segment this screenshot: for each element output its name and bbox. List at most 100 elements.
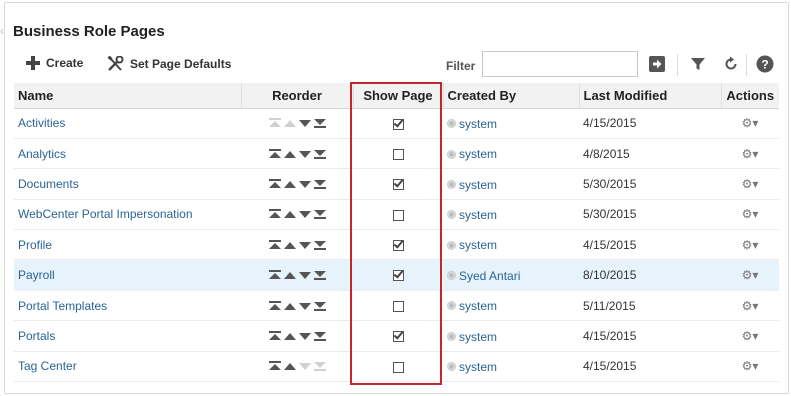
move-down-icon[interactable] (298, 149, 311, 159)
gear-icon[interactable]: ⚙▾ (742, 359, 759, 373)
created-by-link[interactable]: Syed Antari (459, 269, 520, 283)
page-name-link[interactable]: Documents (18, 177, 79, 191)
page-name-link[interactable]: Payroll (18, 268, 55, 282)
move-to-bottom-icon[interactable] (313, 149, 326, 159)
move-to-bottom-icon[interactable] (313, 270, 326, 281)
created-by-link[interactable]: system (459, 238, 497, 252)
show-page-checkbox[interactable] (392, 240, 404, 252)
show-page-checkbox[interactable] (392, 331, 404, 343)
page-name-link[interactable]: Portals (18, 329, 55, 343)
page-name-link[interactable]: Analytics (18, 147, 66, 161)
table-header-row: Name Reorder Show Page Created By Last M… (14, 83, 779, 109)
gear-icon[interactable]: ⚙▾ (742, 299, 759, 313)
move-down-icon[interactable] (298, 179, 311, 189)
move-up-icon[interactable] (283, 179, 296, 189)
move-up-icon[interactable] (283, 240, 296, 250)
move-to-bottom-icon[interactable] (313, 240, 326, 250)
created-by-link[interactable]: system (459, 208, 497, 222)
last-modified-date: 5/30/2015 (583, 207, 637, 222)
move-up-icon[interactable] (283, 331, 296, 341)
table-row[interactable]: WebCenter Portal Impersonation system 5/30… (14, 199, 779, 231)
created-by-link[interactable]: system (459, 299, 497, 313)
table-row[interactable]: Documents system 5/30/2015 ⚙▾ (14, 168, 779, 200)
table-row[interactable]: Analytics system 4/8/2015 ⚙▾ (14, 138, 779, 170)
table-row[interactable]: Portal Templates system 5/11/2015 ⚙▾ (14, 290, 779, 322)
move-to-top-icon[interactable] (268, 209, 281, 219)
move-down-icon[interactable] (298, 270, 311, 280)
move-down-icon[interactable] (298, 331, 311, 341)
page-name-link[interactable]: WebCenter Portal Impersonation (18, 207, 193, 221)
gear-icon[interactable]: ⚙▾ (742, 207, 759, 221)
table-row[interactable]: Activities system 4/15/2015 ⚙▾ (14, 108, 779, 139)
gear-icon[interactable]: ⚙▾ (742, 147, 759, 161)
user-status-icon (447, 271, 456, 281)
column-header-show-page[interactable]: Show Page (353, 83, 444, 109)
move-up-icon[interactable] (283, 209, 296, 219)
move-to-top-icon[interactable] (268, 148, 281, 159)
help-button[interactable]: ? (755, 54, 775, 74)
page-name-link[interactable]: Profile (18, 238, 52, 252)
table-row[interactable]: Profile system 4/15/2015 ⚙▾ (14, 229, 779, 261)
move-to-bottom-icon[interactable] (313, 118, 326, 129)
show-page-checkbox[interactable] (392, 118, 404, 130)
move-up-icon[interactable] (283, 361, 296, 371)
created-by-link[interactable]: system (459, 329, 497, 343)
show-page-checkbox[interactable] (392, 270, 404, 282)
filter-toggle-button[interactable] (688, 54, 708, 74)
move-up-icon[interactable] (283, 149, 296, 159)
table-row[interactable]: Portals system 4/15/2015 ⚙▾ (14, 320, 779, 352)
move-to-bottom-icon[interactable] (313, 209, 326, 220)
column-header-last-modified[interactable]: Last Modified (579, 83, 722, 109)
move-to-top-icon[interactable] (268, 330, 281, 341)
show-page-checkbox[interactable] (392, 361, 404, 373)
move-up-icon[interactable] (283, 270, 296, 280)
move-to-bottom-icon[interactable] (313, 331, 326, 341)
move-to-bottom-icon[interactable] (313, 301, 326, 311)
move-up-icon[interactable] (283, 301, 296, 311)
reorder-controls (245, 239, 349, 250)
move-down-icon[interactable] (298, 240, 311, 250)
gear-icon[interactable]: ⚙▾ (742, 116, 759, 130)
gear-icon[interactable]: ⚙▾ (742, 268, 759, 282)
show-page-checkbox[interactable] (392, 209, 404, 221)
move-to-top-icon[interactable] (268, 239, 281, 250)
last-modified-date: 4/15/2015 (583, 237, 637, 252)
created-by-link[interactable]: system (459, 147, 497, 161)
created-by-link[interactable]: system (459, 117, 497, 131)
table-row[interactable]: Tag Center system 4/15/2015 ⚙▾ (14, 351, 779, 383)
created-by-link[interactable]: system (459, 177, 497, 191)
move-to-bottom-icon[interactable] (313, 179, 326, 189)
page-name-link[interactable]: Activities (18, 116, 65, 130)
show-page-checkbox[interactable] (392, 300, 404, 312)
column-header-name[interactable]: Name (14, 83, 242, 109)
page-name-link[interactable]: Tag Center (18, 359, 77, 373)
user-status-icon (447, 301, 456, 311)
move-to-top-icon[interactable] (268, 178, 281, 189)
page-name-link[interactable]: Portal Templates (18, 299, 107, 313)
column-header-created-by[interactable]: Created By (443, 83, 580, 109)
table-row[interactable]: Payroll Syed Antari 8/10/2015 ⚙▾ (14, 259, 779, 291)
svg-text:?: ? (761, 58, 768, 72)
show-page-checkbox[interactable] (392, 179, 404, 191)
gear-icon[interactable]: ⚙▾ (742, 177, 759, 191)
arrow-right-icon (649, 56, 665, 72)
move-to-top-icon[interactable] (268, 361, 281, 371)
last-modified-date: 5/30/2015 (583, 176, 637, 191)
move-down-icon[interactable] (298, 301, 311, 311)
set-page-defaults-button[interactable]: Set Page Defaults (107, 56, 231, 72)
create-button[interactable]: Create (26, 56, 83, 70)
move-down-icon[interactable] (298, 118, 311, 128)
gear-icon[interactable]: ⚙▾ (742, 329, 759, 343)
refresh-button[interactable] (721, 54, 741, 74)
move-to-top-icon[interactable] (268, 300, 281, 311)
filter-go-button[interactable] (647, 54, 667, 74)
move-to-top-icon (268, 118, 281, 128)
move-down-icon[interactable] (298, 209, 311, 219)
gear-icon[interactable]: ⚙▾ (742, 238, 759, 252)
move-to-top-icon[interactable] (268, 270, 281, 280)
filter-input[interactable] (482, 51, 638, 77)
plus-icon (26, 56, 40, 70)
show-page-checkbox[interactable] (392, 148, 404, 160)
reorder-controls (245, 361, 349, 372)
created-by-link[interactable]: system (459, 360, 497, 374)
